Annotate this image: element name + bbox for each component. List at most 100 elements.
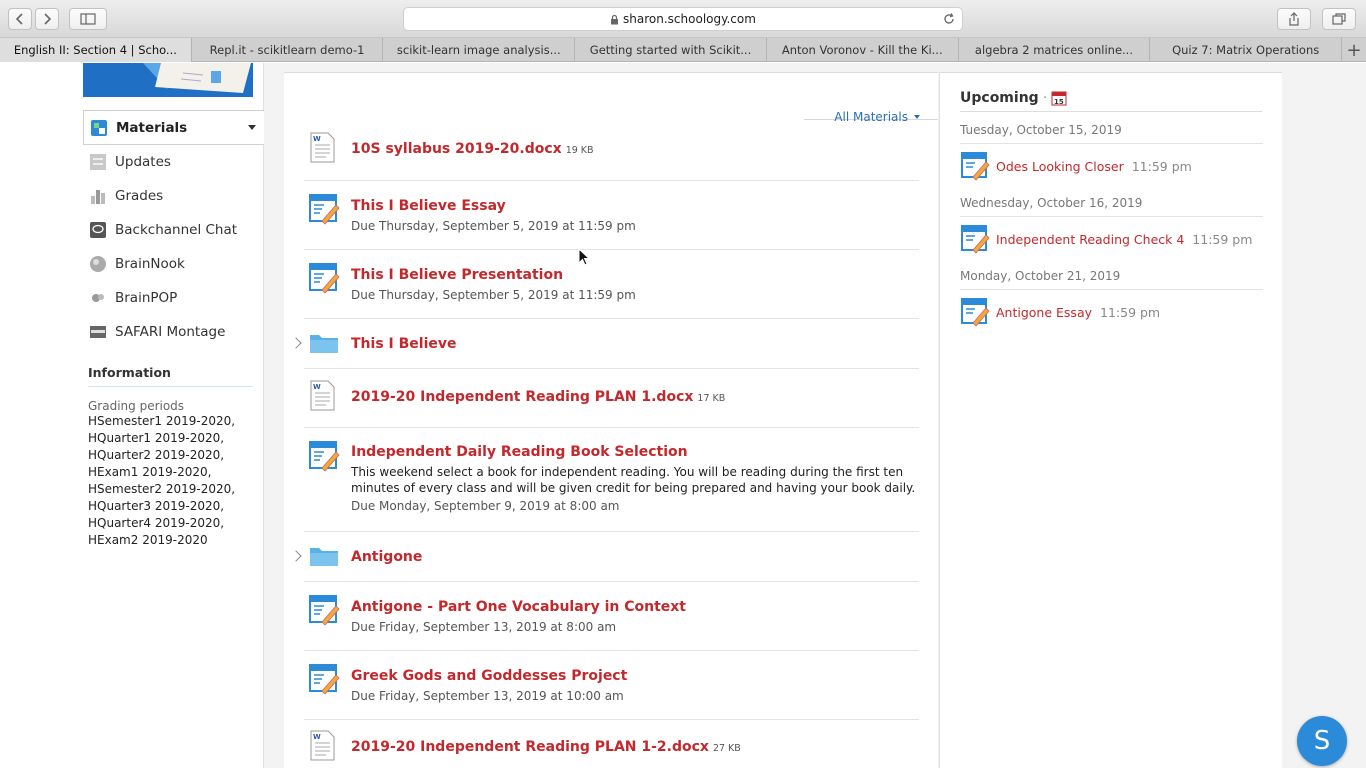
help-chat-button[interactable]: S [1297,716,1347,766]
share-button[interactable] [1277,8,1311,30]
grading-period: HQuarter4 2019-2020, [88,516,225,530]
upcoming-item: Independent Reading Check 4 11:59 pm [960,224,1252,254]
material-title-link[interactable]: Independent Daily Reading Book Selection [351,444,688,460]
upcoming-heading: Upcoming · 15 [960,90,1067,106]
sidebar-item-materials[interactable]: Materials [83,110,264,145]
material-item: This I Believe Essay Due Thursday, Septe… [304,181,919,250]
tabs-icon [1332,13,1346,25]
material-title-link[interactable]: 2019-20 Independent Reading PLAN 1-2.doc… [351,739,741,755]
upcoming-item-time: 11:59 pm [1131,158,1192,174]
folder-title-link[interactable]: This I Believe [351,336,457,352]
reload-icon[interactable] [942,12,956,26]
material-item: Antigone [290,532,919,582]
material-title-link[interactable]: 2019-20 Independent Reading PLAN 1.docx 1… [351,389,725,405]
assignment-icon [961,152,990,181]
sidebar-item-backchannel-chat[interactable]: Backchannel Chat [83,213,264,247]
grading-period: HQuarter1 2019-2020, [88,431,225,445]
sidebar-icon [80,13,96,25]
material-item: Antigone - Part One Vocabulary in Contex… [304,582,919,651]
assignment-icon [309,194,340,225]
sidebar-item-grades[interactable]: Grades [83,179,264,213]
tab-replit[interactable]: Repl.it - scikitlearn demo-1 [190,38,383,62]
upcoming-divider [960,111,1262,112]
grading-period: HExam1 2019-2020, [88,465,212,479]
caret-down-icon [914,115,920,119]
all-materials-filter[interactable]: All Materials [834,110,920,124]
materials-icon [91,119,107,136]
material-title-link[interactable]: 10S syllabus 2019-20.docx 19 KB [351,141,594,157]
folder-title-link[interactable]: Antigone [351,549,422,565]
lock-icon [611,14,619,24]
word-document-icon: W [310,730,335,761]
brainnook-icon [90,256,106,272]
tab-bar: English II: Section 4 | Scho... Repl.it … [0,38,1366,62]
information-panel: Information Grading periods HSemester1 2… [88,365,253,549]
material-title-link[interactable]: This I Believe Essay [351,198,506,214]
tab-scikit-start[interactable]: Getting started with Scikit... [574,38,766,62]
sidebar-toggle-button[interactable] [69,8,107,30]
folder-icon [310,548,338,566]
material-item: This I Believe Presentation Due Thursday… [304,250,919,319]
material-item: Independent Daily Reading Book Selection… [304,428,919,532]
course-nav: Materials Updates Grades Backchannel Cha… [83,110,264,349]
sidebar-item-brainpop[interactable]: BrainPOP [83,281,264,315]
assignment-icon [309,664,340,695]
upcoming-item-link[interactable]: Odes Looking Closer [996,159,1124,174]
due-date: Due Friday, September 13, 2019 at 8:00 a… [351,620,617,634]
brainpop-icon [92,294,104,302]
word-document-icon: W [310,380,335,411]
tab-scikit-image[interactable]: scikit-learn image analysis... [382,38,574,62]
material-title-link[interactable]: Antigone - Part One Vocabulary in Contex… [351,599,686,615]
upcoming-item-link[interactable]: Antigone Essay [996,305,1092,320]
expand-chevron-icon[interactable] [290,337,302,349]
tab-quiz-7[interactable]: Quiz 7: Matrix Operations [1149,38,1341,62]
new-tab-button[interactable]: + [1341,38,1366,62]
information-heading: Information [88,365,253,387]
due-date: Due Thursday, September 5, 2019 at 11:59… [351,219,636,233]
material-item: W 10S syllabus 2019-20.docx 19 KB [304,131,919,181]
chevron-right-icon [44,13,52,25]
material-description: This weekend select a book for independe… [351,465,916,495]
address-bar[interactable]: sharon.schoology.com [403,7,963,31]
grading-period: HQuarter3 2019-2020, [88,499,225,513]
calendar-icon[interactable]: 15 [1051,90,1067,106]
upcoming-item-time: 11:59 pm [1192,231,1253,247]
safari-montage-icon [90,326,106,338]
sidebar-item-safari-montage[interactable]: SAFARI Montage [83,315,264,349]
due-date: Due Monday, September 9, 2019 at 8:00 am [351,499,620,513]
left-sidebar: Materials Updates Grades Backchannel Cha… [0,63,264,768]
upcoming-item: Antigone Essay 11:59 pm [960,297,1160,327]
expand-chevron-icon[interactable] [290,550,302,562]
grading-period: HQuarter2 2019-2020, [88,448,225,462]
due-date: Due Friday, September 13, 2019 at 10:00 … [351,689,624,703]
sidebar-item-brainnook[interactable]: BrainNook [83,247,264,281]
grading-period: HSemester1 2019-2020, [88,414,236,428]
tab-anton-voronov[interactable]: Anton Voronov - Kill the Ki... [765,38,958,62]
upcoming-date: Monday, October 21, 2019 [960,269,1263,290]
tab-english-ii[interactable]: English II: Section 4 | Scho... [0,38,191,62]
assignment-icon [309,595,340,626]
svg-text:W: W [313,135,321,143]
svg-text:W: W [313,733,321,741]
forward-button[interactable] [35,8,59,30]
upcoming-item-link[interactable]: Independent Reading Check 4 [996,232,1184,247]
chevron-left-icon [15,13,23,25]
tabs-overview-button[interactable] [1322,8,1356,30]
updates-icon [90,154,106,170]
upcoming-panel: Upcoming · 15 Tuesday, October 15, 2019 … [939,72,1282,768]
back-button[interactable] [8,8,32,30]
svg-text:W: W [313,383,321,391]
sidebar-item-updates[interactable]: Updates [83,145,264,179]
chat-icon [90,222,106,238]
svg-text:15: 15 [1054,98,1064,106]
mouse-cursor-icon [578,248,590,266]
tab-algebra-matrices[interactable]: algebra 2 matrices online... [957,38,1150,62]
course-banner-image [83,63,253,97]
material-item: Greek Gods and Goddesses Project Due Fri… [304,651,919,720]
grading-period: HSemester2 2019-2020, [88,482,236,496]
caret-down-icon[interactable] [248,125,256,130]
material-title-link[interactable]: This I Believe Presentation [351,267,563,283]
material-title-link[interactable]: Greek Gods and Goddesses Project [351,668,627,684]
browser-toolbar: sharon.schoology.com [0,0,1366,38]
word-document-icon: W [310,132,335,163]
